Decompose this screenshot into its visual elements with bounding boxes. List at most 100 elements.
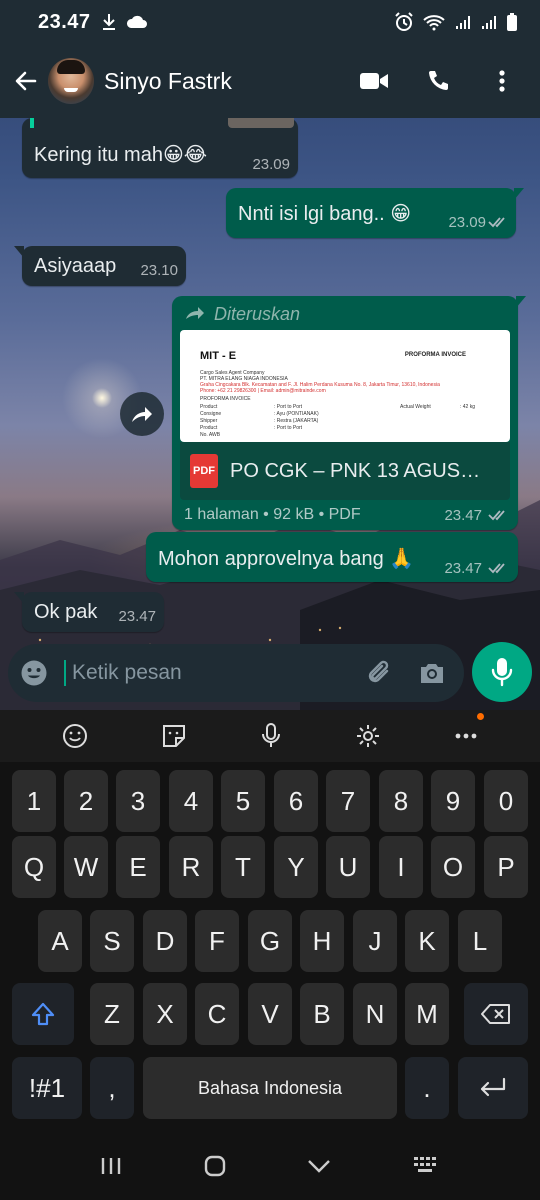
doc-row-value: : Port to Port: [274, 425, 303, 431]
key-4[interactable]: 4: [169, 770, 213, 832]
keyboard: 1 2 3 4 5 6 7 8 9 0 Q W E R T Y U I O P …: [0, 762, 540, 1132]
key-f[interactable]: F: [195, 910, 239, 972]
message-bubble-incoming[interactable]: Kering itu mah😀😂 23.09: [22, 118, 298, 178]
comma-key[interactable]: ,: [90, 1057, 134, 1119]
message-bubble-document[interactable]: Diteruskan MIT - E PROFORMA INVOICE Carg…: [172, 296, 526, 530]
document-meta: 1 halaman • 92 kB • PDF: [184, 506, 361, 523]
key-i[interactable]: I: [379, 836, 423, 898]
period-key[interactable]: .: [405, 1057, 449, 1119]
document-file-bar[interactable]: PDF PO CGK – PNK 13 AGUSTUS...: [180, 442, 510, 500]
message-time: 23.09: [252, 156, 290, 173]
message-input[interactable]: [66, 644, 354, 702]
status-bar: 23.47: [0, 0, 540, 44]
doc-row-value: : Restra (JAKARTA): [274, 418, 319, 424]
voice-input-icon[interactable]: [260, 722, 282, 750]
message-list[interactable]: Kering itu mah😀😂 23.09 Nnti isi lgi bang…: [0, 118, 540, 638]
home-icon[interactable]: [203, 1154, 227, 1178]
signal-icon-2: [482, 16, 496, 29]
message-time: 23.47: [444, 560, 482, 577]
key-8[interactable]: 8: [379, 770, 423, 832]
shift-key[interactable]: [12, 983, 74, 1045]
key-6[interactable]: 6: [274, 770, 318, 832]
video-call-button[interactable]: [354, 61, 394, 101]
image-thumbnail: [228, 118, 294, 128]
system-navigation-bar: [0, 1132, 540, 1200]
hide-keyboard-chevron-icon[interactable]: [307, 1158, 331, 1174]
contact-avatar[interactable]: [48, 58, 94, 104]
key-x[interactable]: X: [143, 983, 187, 1045]
keyboard-toolbar: [0, 710, 540, 762]
key-e[interactable]: E: [116, 836, 160, 898]
back-button[interactable]: [4, 59, 48, 103]
key-t[interactable]: T: [221, 836, 265, 898]
keyboard-emoji-icon[interactable]: [62, 723, 88, 749]
key-a[interactable]: A: [38, 910, 82, 972]
key-9[interactable]: 9: [431, 770, 475, 832]
key-y[interactable]: Y: [274, 836, 318, 898]
double-check-icon: [488, 217, 505, 228]
more-options-button[interactable]: [482, 61, 522, 101]
enter-key[interactable]: [458, 1057, 528, 1119]
message-bubble-outgoing[interactable]: Nnti isi lgi bang.. 😁 23.09: [226, 188, 524, 238]
document-preview[interactable]: MIT - E PROFORMA INVOICE Cargo Sales Age…: [180, 330, 510, 442]
more-horizontal-icon: [455, 733, 476, 739]
chat-header: Sinyo Fastrk: [0, 44, 540, 118]
key-p[interactable]: P: [484, 836, 528, 898]
key-h[interactable]: H: [300, 910, 344, 972]
key-l[interactable]: L: [458, 910, 502, 972]
settings-gear-icon[interactable]: [355, 723, 381, 749]
phone-icon: [429, 71, 448, 90]
key-0[interactable]: 0: [484, 770, 528, 832]
key-q[interactable]: Q: [12, 836, 56, 898]
key-5[interactable]: 5: [221, 770, 265, 832]
key-b[interactable]: B: [300, 983, 344, 1045]
key-v[interactable]: V: [248, 983, 292, 1045]
message-text: Kering itu mah😀😂: [34, 144, 208, 166]
attach-button[interactable]: [354, 644, 406, 702]
key-w[interactable]: W: [64, 836, 108, 898]
backspace-key[interactable]: [464, 983, 528, 1045]
key-c[interactable]: C: [195, 983, 239, 1045]
message-text: Ok pak: [34, 601, 98, 623]
key-m[interactable]: M: [405, 983, 449, 1045]
key-n[interactable]: N: [353, 983, 397, 1045]
key-k[interactable]: K: [405, 910, 449, 972]
key-1[interactable]: 1: [12, 770, 56, 832]
voice-message-button[interactable]: [472, 642, 532, 702]
key-r[interactable]: R: [169, 836, 213, 898]
emoji-button[interactable]: [8, 644, 60, 702]
forwarded-arrow-icon: [186, 307, 204, 319]
message-bubble-incoming[interactable]: Asiyaaap 23.10: [14, 246, 186, 286]
key-2[interactable]: 2: [64, 770, 108, 832]
notification-dot: [476, 713, 484, 720]
message-text: Mohon approvelnya bang 🙏: [158, 548, 415, 570]
quote-bar: [30, 118, 34, 128]
space-key[interactable]: Bahasa Indonesia: [143, 1057, 397, 1119]
message-time: 23.47: [118, 608, 156, 625]
contact-name[interactable]: Sinyo Fastrk: [104, 68, 232, 95]
key-o[interactable]: O: [431, 836, 475, 898]
sticker-icon[interactable]: [161, 723, 187, 749]
key-s[interactable]: S: [90, 910, 134, 972]
share-forward-icon: [132, 407, 152, 422]
forwarded-label: Diteruskan: [214, 304, 301, 324]
key-g[interactable]: G: [248, 910, 292, 972]
recent-apps-icon[interactable]: [100, 1156, 122, 1176]
key-j[interactable]: J: [353, 910, 397, 972]
symbols-key[interactable]: !#1: [12, 1057, 82, 1119]
more-options-button[interactable]: [454, 713, 484, 745]
key-3[interactable]: 3: [116, 770, 160, 832]
message-bubble-incoming[interactable]: Ok pak 23.47: [14, 592, 164, 632]
camera-button[interactable]: [406, 644, 458, 702]
backspace-icon: [481, 1004, 510, 1024]
key-7[interactable]: 7: [326, 770, 370, 832]
message-time: 23.09: [448, 214, 486, 231]
message-bubble-outgoing[interactable]: Mohon approvelnya bang 🙏 23.47: [146, 532, 518, 582]
key-u[interactable]: U: [326, 836, 370, 898]
key-z[interactable]: Z: [90, 983, 134, 1045]
paperclip-icon: [368, 660, 389, 683]
key-d[interactable]: D: [143, 910, 187, 972]
keyboard-switch-icon[interactable]: [412, 1155, 440, 1177]
forward-button[interactable]: [120, 392, 164, 436]
voice-call-button[interactable]: [418, 61, 458, 101]
